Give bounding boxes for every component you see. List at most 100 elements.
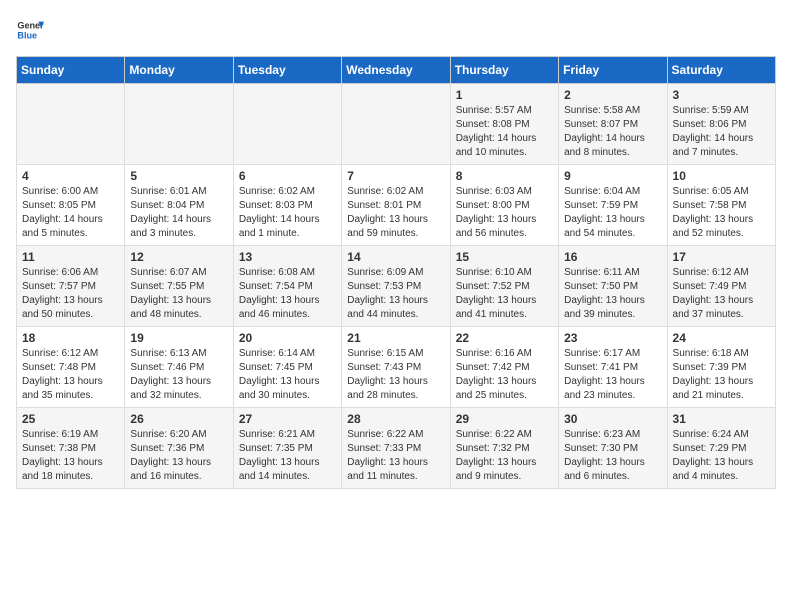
calendar-cell: 27Sunrise: 6:21 AM Sunset: 7:35 PM Dayli…: [233, 408, 341, 489]
day-info: Sunrise: 6:23 AM Sunset: 7:30 PM Dayligh…: [564, 428, 661, 484]
day-number: 12: [130, 250, 227, 264]
day-number: 11: [22, 250, 119, 264]
header-day-wednesday: Wednesday: [342, 57, 450, 84]
calendar-cell: 30 Sunrise: 6:23 AM Sunset: 7:30 PM Dayli…: [559, 408, 667, 489]
day-number: 9: [564, 169, 661, 183]
calendar-cell: [233, 84, 341, 165]
day-info: Sunrise: 6:03 AM Sunset: 8:00 PM Dayligh…: [456, 185, 553, 241]
calendar-cell: 14Sunrise: 6:09 AM Sunset: 7:53 PM Dayli…: [342, 246, 450, 327]
day-number: 6: [239, 169, 336, 183]
day-info: Sunrise: 6:15 AM Sunset: 7:43 PM Dayligh…: [347, 347, 444, 403]
day-info: Sunrise: 6:00 AM Sunset: 8:05 PM Dayligh…: [22, 185, 119, 241]
day-info: Sunrise: 6:22 AM Sunset: 7:33 PM Dayligh…: [347, 428, 444, 484]
calendar-cell: 21 Sunrise: 6:15 AM Sunset: 7:43 PM Dayli…: [342, 327, 450, 408]
day-info: Sunrise: 6:12 AM Sunset: 7:48 PM Dayligh…: [22, 347, 119, 403]
calendar-cell: 8Sunrise: 6:03 AM Sunset: 8:00 PM Daylig…: [450, 165, 558, 246]
day-number: 31: [673, 412, 770, 426]
calendar-cell: 1Sunrise: 5:57 AM Sunset: 8:08 PM Daylig…: [450, 84, 558, 165]
day-info: Sunrise: 6:07 AM Sunset: 7:55 PM Dayligh…: [130, 266, 227, 322]
day-number: 30: [564, 412, 661, 426]
day-info: Sunrise: 6:13 AM Sunset: 7:46 PM Dayligh…: [130, 347, 227, 403]
calendar-cell: [342, 84, 450, 165]
day-info: Sunrise: 5:57 AM Sunset: 8:08 PM Dayligh…: [456, 104, 553, 160]
day-number: 26: [130, 412, 227, 426]
header-day-monday: Monday: [125, 57, 233, 84]
calendar-cell: 29 Sunrise: 6:22 AM Sunset: 7:32 PM Dayli…: [450, 408, 558, 489]
day-info: Sunrise: 6:10 AM Sunset: 7:52 PM Dayligh…: [456, 266, 553, 322]
calendar-cell: 20 Sunrise: 6:14 AM Sunset: 7:45 PM Dayli…: [233, 327, 341, 408]
day-number: 7: [347, 169, 444, 183]
header-day-tuesday: Tuesday: [233, 57, 341, 84]
calendar-cell: 22 Sunrise: 6:16 AM Sunset: 7:42 PM Dayli…: [450, 327, 558, 408]
calendar-cell: 10 Sunrise: 6:05 AM Sunset: 7:58 PM Dayli…: [667, 165, 775, 246]
day-number: 10: [673, 169, 770, 183]
day-info: Sunrise: 6:05 AM Sunset: 7:58 PM Dayligh…: [673, 185, 770, 241]
calendar-cell: 3 Sunrise: 5:59 AM Sunset: 8:06 PM Daylig…: [667, 84, 775, 165]
calendar-cell: 23 Sunrise: 6:17 AM Sunset: 7:41 PM Dayli…: [559, 327, 667, 408]
day-info: Sunrise: 6:04 AM Sunset: 7:59 PM Dayligh…: [564, 185, 661, 241]
calendar-cell: 16 Sunrise: 6:11 AM Sunset: 7:50 PM Dayli…: [559, 246, 667, 327]
calendar-table: SundayMondayTuesdayWednesdayThursdayFrid…: [16, 56, 776, 489]
day-number: 23: [564, 331, 661, 345]
day-number: 22: [456, 331, 553, 345]
day-number: 18: [22, 331, 119, 345]
day-info: Sunrise: 6:19 AM Sunset: 7:38 PM Dayligh…: [22, 428, 119, 484]
calendar-cell: 5Sunrise: 6:01 AM Sunset: 8:04 PM Daylig…: [125, 165, 233, 246]
calendar-cell: 24 Sunrise: 6:18 AM Sunset: 7:39 PM Dayli…: [667, 327, 775, 408]
calendar-cell: 9 Sunrise: 6:04 AM Sunset: 7:59 PM Daylig…: [559, 165, 667, 246]
day-number: 15: [456, 250, 553, 264]
logo-icon: General Blue: [16, 16, 44, 44]
day-number: 2: [564, 88, 661, 102]
calendar-cell: 18 Sunrise: 6:12 AM Sunset: 7:48 PM Dayli…: [17, 327, 125, 408]
day-number: 24: [673, 331, 770, 345]
header-day-sunday: Sunday: [17, 57, 125, 84]
header-day-friday: Friday: [559, 57, 667, 84]
day-info: Sunrise: 6:22 AM Sunset: 7:32 PM Dayligh…: [456, 428, 553, 484]
week-row-4: 18 Sunrise: 6:12 AM Sunset: 7:48 PM Dayli…: [17, 327, 776, 408]
day-info: Sunrise: 6:21 AM Sunset: 7:35 PM Dayligh…: [239, 428, 336, 484]
header-day-thursday: Thursday: [450, 57, 558, 84]
day-info: Sunrise: 6:06 AM Sunset: 7:57 PM Dayligh…: [22, 266, 119, 322]
day-info: Sunrise: 6:17 AM Sunset: 7:41 PM Dayligh…: [564, 347, 661, 403]
day-number: 14: [347, 250, 444, 264]
day-info: Sunrise: 6:24 AM Sunset: 7:29 PM Dayligh…: [673, 428, 770, 484]
calendar-cell: 31 Sunrise: 6:24 AM Sunset: 7:29 PM Dayli…: [667, 408, 775, 489]
calendar-cell: 4 Sunrise: 6:00 AM Sunset: 8:05 PM Daylig…: [17, 165, 125, 246]
day-info: Sunrise: 5:59 AM Sunset: 8:06 PM Dayligh…: [673, 104, 770, 160]
day-number: 19: [130, 331, 227, 345]
calendar-cell: 15 Sunrise: 6:10 AM Sunset: 7:52 PM Dayli…: [450, 246, 558, 327]
day-number: 13: [239, 250, 336, 264]
day-number: 3: [673, 88, 770, 102]
week-row-2: 4 Sunrise: 6:00 AM Sunset: 8:05 PM Daylig…: [17, 165, 776, 246]
day-number: 17: [673, 250, 770, 264]
day-info: Sunrise: 6:14 AM Sunset: 7:45 PM Dayligh…: [239, 347, 336, 403]
header-row: SundayMondayTuesdayWednesdayThursdayFrid…: [17, 57, 776, 84]
calendar-cell: 2Sunrise: 5:58 AM Sunset: 8:07 PM Daylig…: [559, 84, 667, 165]
day-info: Sunrise: 6:20 AM Sunset: 7:36 PM Dayligh…: [130, 428, 227, 484]
calendar-cell: 17Sunrise: 6:12 AM Sunset: 7:49 PM Dayli…: [667, 246, 775, 327]
day-number: 16: [564, 250, 661, 264]
week-row-5: 25Sunrise: 6:19 AM Sunset: 7:38 PM Dayli…: [17, 408, 776, 489]
day-info: Sunrise: 6:02 AM Sunset: 8:03 PM Dayligh…: [239, 185, 336, 241]
calendar-cell: 19 Sunrise: 6:13 AM Sunset: 7:46 PM Dayli…: [125, 327, 233, 408]
calendar-header: SundayMondayTuesdayWednesdayThursdayFrid…: [17, 57, 776, 84]
day-number: 21: [347, 331, 444, 345]
day-number: 20: [239, 331, 336, 345]
page-header: General Blue: [16, 16, 776, 44]
calendar-cell: 13 Sunrise: 6:08 AM Sunset: 7:54 PM Dayli…: [233, 246, 341, 327]
day-number: 29: [456, 412, 553, 426]
logo: General Blue: [16, 16, 48, 44]
header-day-saturday: Saturday: [667, 57, 775, 84]
calendar-cell: 7Sunrise: 6:02 AM Sunset: 8:01 PM Daylig…: [342, 165, 450, 246]
calendar-cell: 6 Sunrise: 6:02 AM Sunset: 8:03 PM Daylig…: [233, 165, 341, 246]
day-number: 4: [22, 169, 119, 183]
calendar-cell: [125, 84, 233, 165]
calendar-cell: 28 Sunrise: 6:22 AM Sunset: 7:33 PM Dayli…: [342, 408, 450, 489]
calendar-body: 1Sunrise: 5:57 AM Sunset: 8:08 PM Daylig…: [17, 84, 776, 489]
day-info: Sunrise: 6:08 AM Sunset: 7:54 PM Dayligh…: [239, 266, 336, 322]
day-info: Sunrise: 6:16 AM Sunset: 7:42 PM Dayligh…: [456, 347, 553, 403]
calendar-cell: 11 Sunrise: 6:06 AM Sunset: 7:57 PM Dayli…: [17, 246, 125, 327]
day-info: Sunrise: 6:11 AM Sunset: 7:50 PM Dayligh…: [564, 266, 661, 322]
day-info: Sunrise: 6:18 AM Sunset: 7:39 PM Dayligh…: [673, 347, 770, 403]
day-number: 28: [347, 412, 444, 426]
